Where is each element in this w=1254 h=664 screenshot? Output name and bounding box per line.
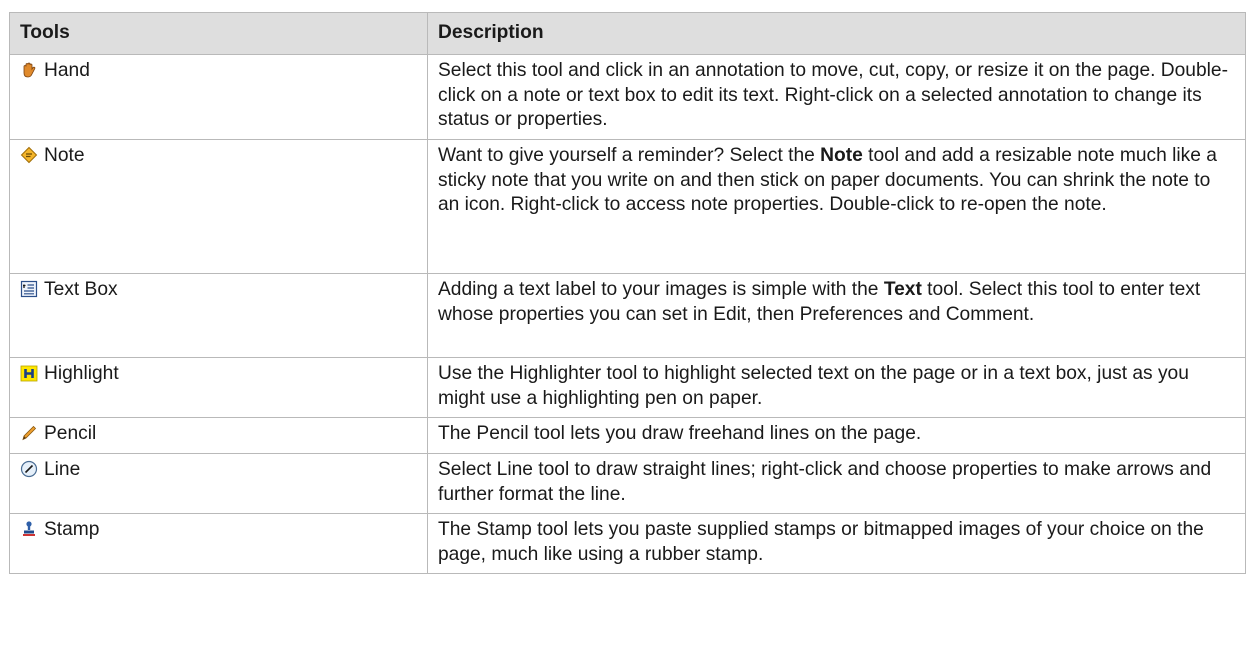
table-row: Text Box Adding a text label to your ima… <box>9 273 1246 358</box>
tool-name: Text Box <box>44 279 118 300</box>
description-cell: Adding a text label to your images is si… <box>427 273 1246 358</box>
table-row: Stamp The Stamp tool lets you paste supp… <box>9 513 1246 574</box>
description-cell: Select this tool and click in an annotat… <box>427 54 1246 140</box>
tool-name: Highlight <box>44 363 119 384</box>
text-box-icon <box>20 280 38 298</box>
tool-name: Line <box>44 459 81 480</box>
table-header-row: Tools Description <box>9 12 1246 55</box>
tool-cell: Line <box>9 453 428 514</box>
highlight-icon <box>20 364 38 382</box>
description-text: The Pencil tool lets you draw freehand l… <box>438 423 922 444</box>
table-row: Pencil The Pencil tool lets you draw fre… <box>9 417 1246 454</box>
tool-name: Stamp <box>44 519 100 540</box>
tool-cell: Stamp <box>9 513 428 574</box>
tool-name: Hand <box>44 60 90 81</box>
tool-name: Pencil <box>44 423 97 444</box>
note-icon <box>20 146 38 164</box>
tools-table: Tools Description Hand Select this tool … <box>9 12 1246 574</box>
header-description: Description <box>427 12 1246 55</box>
table-row: Hand Select this tool and click in an an… <box>9 54 1246 140</box>
emphasis-text: Note <box>820 145 863 166</box>
description-text: The Stamp tool lets you paste supplied s… <box>438 519 1204 565</box>
table-row: Note Want to give yourself a reminder? S… <box>9 139 1246 274</box>
hand-icon <box>20 61 38 79</box>
description-text: Want to give yourself a reminder? Select… <box>438 145 821 166</box>
description-text: Select this tool and click in an annotat… <box>438 60 1228 130</box>
description-cell: Want to give yourself a reminder? Select… <box>427 139 1246 274</box>
table-row: Line Select Line tool to draw straight l… <box>9 453 1246 514</box>
tool-name: Note <box>44 145 85 166</box>
description-cell: The Stamp tool lets you paste supplied s… <box>427 513 1246 574</box>
description-cell: Select Line tool to draw straight lines;… <box>427 453 1246 514</box>
pencil-icon <box>20 424 38 442</box>
description-text: Select Line tool to draw straight lines;… <box>438 459 1212 505</box>
tool-cell: Pencil <box>9 417 428 454</box>
stamp-icon <box>20 520 38 538</box>
table-row: Highlight Use the Highlighter tool to hi… <box>9 357 1246 418</box>
tool-cell: Note <box>9 139 428 274</box>
emphasis-text: Text <box>883 279 922 300</box>
tool-cell: Text Box <box>9 273 428 358</box>
tool-cell: Highlight <box>9 357 428 418</box>
line-icon <box>20 460 38 478</box>
header-tools: Tools <box>9 12 428 55</box>
description-cell: The Pencil tool lets you draw freehand l… <box>427 417 1246 454</box>
tool-cell: Hand <box>9 54 428 140</box>
description-text: Use the Highlighter tool to highlight se… <box>438 363 1189 409</box>
description-text: Adding a text label to your images is si… <box>438 279 884 300</box>
description-cell: Use the Highlighter tool to highlight se… <box>427 357 1246 418</box>
